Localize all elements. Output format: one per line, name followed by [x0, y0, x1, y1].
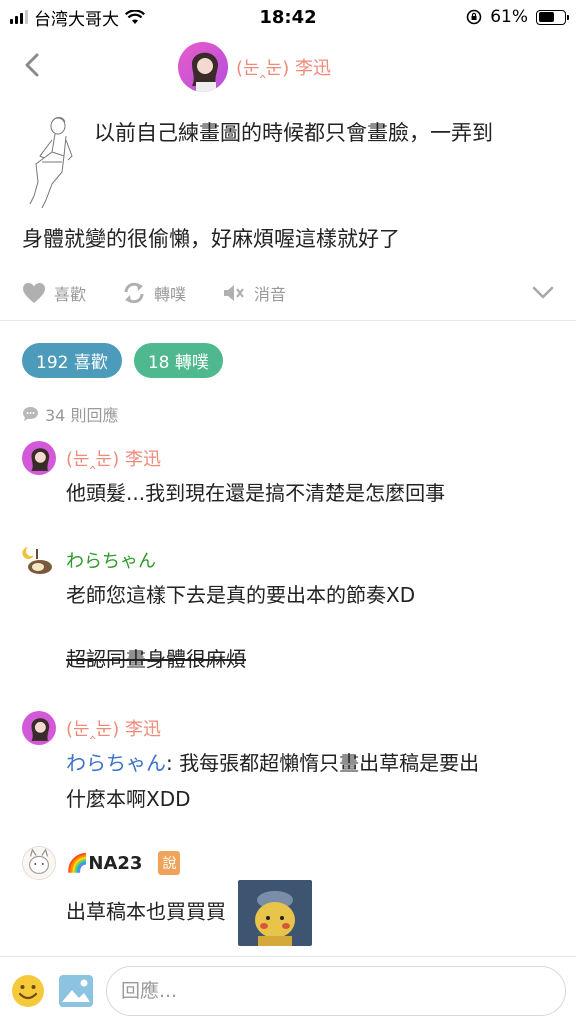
clock: 18:42 — [259, 6, 317, 28]
comment: (눈‸눈) 李迅 わらちゃん: 我每張都超懶惰只畫出草稿是要出什麼本啊XDD — [22, 711, 556, 817]
response-count: 34 則回應 — [22, 402, 118, 426]
likes-count-pill[interactable]: 192 喜歡 — [22, 343, 122, 378]
comment-text-strikethrough: 超認同畫身體很麻煩 — [66, 647, 246, 671]
author-name[interactable]: (눈‸눈) 李迅 — [236, 54, 331, 80]
battery-icon — [536, 9, 569, 25]
emoticon-icon[interactable] — [10, 973, 46, 1009]
post-header: (눈‸눈) 李迅 — [0, 34, 576, 96]
commenter-avatar[interactable] — [22, 441, 56, 475]
divider — [0, 320, 576, 321]
comment-text-part: : 我每張都超懶惰只畫出草稿是要出 — [166, 751, 480, 775]
battery-percent: 61% — [490, 7, 528, 27]
replurks-count-pill[interactable]: 18 轉噗 — [133, 343, 223, 378]
post-actions: 喜歡 轉噗 消音 — [22, 276, 554, 310]
comment: 🌈NA23 說 出草稿本也買買買 — [22, 846, 556, 946]
response-count-label: 34 則回應 — [45, 406, 119, 425]
author-avatar[interactable] — [178, 42, 228, 92]
plurk-content: 以前自己練畫圖的時候都只會畫臉，一弄到 身體就變的很偷懶，好麻煩喔這樣就好了 — [22, 112, 556, 260]
comment-text: 出草稿本也買買買 — [66, 880, 556, 946]
image-upload-icon[interactable] — [58, 974, 94, 1008]
comment-text: わらちゃん: 我每張都超懶惰只畫出草稿是要出什麼本啊XDD — [66, 745, 556, 817]
comment-text-part: 什麼本啊XDD — [66, 787, 191, 811]
commenter-avatar[interactable] — [22, 543, 56, 577]
replurk-button[interactable]: 轉噗 — [122, 281, 186, 305]
comment: わらちゃん 老師您這樣下去是真的要出本的節奏XD 超認同畫身體很麻煩 — [22, 543, 556, 677]
post-author[interactable]: (눈‸눈) 李迅 — [178, 42, 331, 92]
reply-input[interactable] — [106, 965, 566, 1016]
signal-icon — [10, 10, 28, 24]
comment-text-part: 出草稿本也買買買 — [66, 899, 226, 924]
commenter-name[interactable]: (눈‸눈) 李迅 — [66, 715, 161, 741]
comment: (눈‸눈) 李迅 他頭髮...我到現在還是搞不清楚是怎麼回事 — [22, 441, 556, 511]
commenter-avatar[interactable] — [22, 846, 56, 880]
sticker-image[interactable] — [238, 880, 313, 946]
carrier-label: 台湾大哥大 — [34, 9, 119, 30]
replurk-icon — [124, 282, 144, 304]
post-text-line-1: 以前自己練畫圖的時候都只會畫臉，一弄到 — [94, 121, 493, 145]
mute-label: 消音 — [254, 285, 287, 304]
reply-bar — [0, 956, 576, 1024]
replurk-label: 轉噗 — [154, 285, 187, 304]
comment-text: 他頭髮...我到現在還是搞不清楚是怎麼回事 — [66, 481, 446, 505]
wifi-icon — [125, 9, 145, 24]
sketch-image[interactable] — [22, 112, 84, 212]
mute-button[interactable]: 消音 — [222, 281, 286, 305]
chevron-left-icon[interactable] — [20, 52, 46, 78]
post-text-line-2: 身體就變的很偷懶，好麻煩喔這樣就好了 — [22, 227, 400, 251]
commenter-avatar[interactable] — [22, 711, 56, 745]
like-button[interactable]: 喜歡 — [22, 281, 86, 305]
speaker-mute-icon — [224, 285, 244, 301]
heart-icon — [23, 283, 45, 303]
commenter-name[interactable]: (눈‸눈) 李迅 — [66, 445, 161, 471]
speech-bubble-icon — [23, 407, 38, 421]
rotation-lock-icon — [466, 9, 482, 25]
qualifier-badge: 說 — [158, 851, 181, 875]
commenter-name[interactable]: わらちゃん — [66, 547, 156, 573]
chevron-down-icon[interactable] — [532, 286, 554, 300]
like-label: 喜歡 — [54, 285, 87, 304]
status-bar: 台湾大哥大 18:42 61% — [0, 0, 576, 34]
commenter-name[interactable]: 🌈NA23 — [66, 853, 142, 874]
mention-link[interactable]: わらちゃん — [66, 751, 166, 775]
comment-text: 老師您這樣下去是真的要出本的節奏XD — [66, 583, 416, 607]
